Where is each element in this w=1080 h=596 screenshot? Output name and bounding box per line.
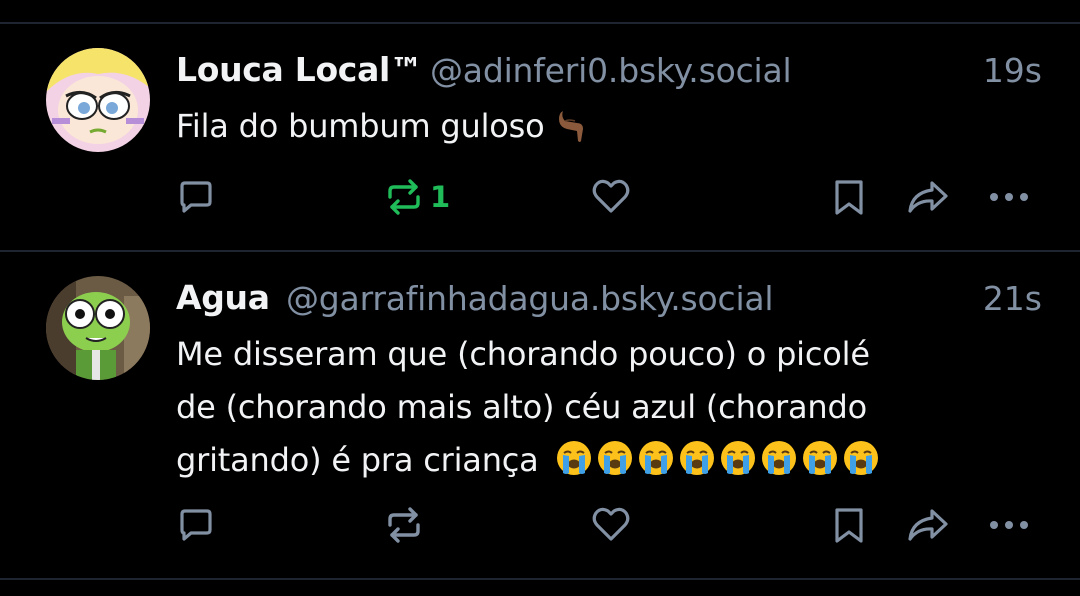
bookmark-button[interactable]: [832, 172, 866, 222]
repost-count: 1: [430, 180, 451, 214]
bookmark-icon: [835, 180, 863, 215]
bookmark-icon: [835, 508, 863, 543]
post-timestamp[interactable]: 21s: [983, 279, 1042, 318]
avatar[interactable]: [46, 48, 150, 152]
post-text-line-last: gritando) é pra criança: [176, 434, 996, 493]
author-handle[interactable]: @garrafinhadagua.bsky.social: [286, 279, 774, 318]
post-text-line: Me disseram que (chorando pouco) o picol…: [176, 335, 870, 373]
ellipsis-icon: [990, 193, 1028, 201]
like-button[interactable]: [590, 500, 632, 550]
loudly-crying-face-icon: [760, 439, 798, 493]
post-header: Agua @garrafinhadagua.bsky.social 21s: [176, 278, 1080, 322]
loudly-crying-face-icon: [719, 439, 757, 493]
author-name[interactable]: Agua: [176, 278, 270, 317]
loudly-crying-face-icon: [637, 439, 675, 493]
post-timestamp[interactable]: 19s: [983, 51, 1042, 90]
loudly-crying-face-icon: [678, 439, 716, 493]
post-header: Louca Local™ @adinferi0.bsky.social 19s: [176, 50, 1080, 94]
share-button[interactable]: [906, 500, 950, 550]
post-actions: 1: [0, 172, 1080, 222]
heart-icon: [592, 507, 630, 541]
more-options-button[interactable]: [988, 172, 1030, 222]
post-actions: [0, 500, 1080, 550]
backhand-index-pointing-down-icon: [555, 106, 591, 159]
reply-button[interactable]: [176, 500, 216, 550]
avatar-image-icon: [46, 276, 150, 380]
loudly-crying-face-icon: [842, 439, 880, 493]
like-button[interactable]: [590, 172, 632, 222]
post-text-line: de (chorando mais alto) céu azul (choran…: [176, 388, 867, 426]
loudly-crying-face-icon: [801, 439, 839, 493]
post-text-content: Fila do bumbum guloso: [176, 107, 545, 145]
author-handle[interactable]: @adinferi0.bsky.social: [430, 51, 792, 90]
repost-icon: [388, 507, 420, 543]
share-button[interactable]: [906, 172, 950, 222]
repost-button[interactable]: 1: [384, 172, 450, 222]
repost-button[interactable]: [384, 500, 430, 550]
bookmark-button[interactable]: [832, 500, 866, 550]
loudly-crying-face-icon: [555, 439, 593, 493]
ellipsis-icon: [990, 521, 1028, 529]
more-options-button[interactable]: [988, 500, 1030, 550]
bottom-divider: [0, 578, 1080, 580]
share-arrow-icon: [908, 181, 948, 213]
share-arrow-icon: [908, 509, 948, 541]
avatar-image-icon: [46, 48, 150, 152]
loudly-crying-face-icon: [596, 439, 634, 493]
emoji-row: [555, 441, 883, 479]
post-item[interactable]: Louca Local™ @adinferi0.bsky.social 19s …: [0, 24, 1080, 250]
heart-icon: [592, 179, 630, 213]
avatar[interactable]: [46, 276, 150, 380]
repost-icon: [388, 179, 420, 215]
post-text-line: gritando) é pra criança: [176, 441, 539, 479]
reply-button[interactable]: [176, 172, 216, 222]
reply-icon: [180, 509, 212, 541]
post-text: Fila do bumbum guloso: [176, 100, 996, 159]
reply-icon: [180, 181, 212, 213]
post-item[interactable]: Agua @garrafinhadagua.bsky.social 21s Me…: [0, 252, 1080, 578]
post-text: Me disseram que (chorando pouco) o picol…: [176, 328, 996, 493]
author-name[interactable]: Louca Local™: [176, 50, 423, 89]
